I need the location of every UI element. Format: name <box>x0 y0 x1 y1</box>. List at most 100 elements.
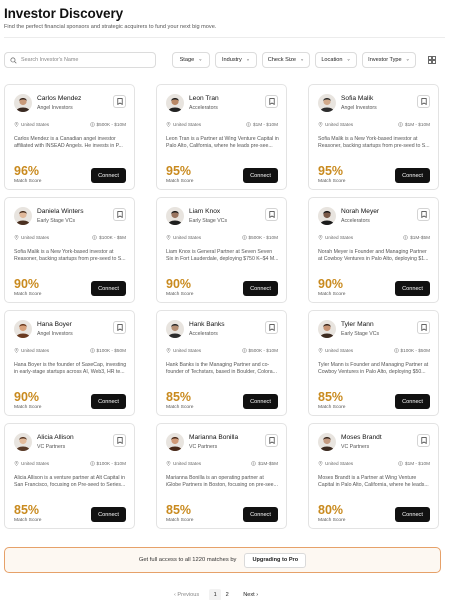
filter-bar: Stage ⌄ Industry ⌄ Check Size ⌄ Location ⌄ I… <box>172 52 416 68</box>
money-icon: $ <box>251 461 256 466</box>
avatar <box>14 94 32 112</box>
search-icon <box>10 51 17 69</box>
money-icon: $ <box>241 235 247 240</box>
investor-location: United States <box>14 235 49 240</box>
investor-card[interactable]: Daniela Winters Early Stage VCs United S… <box>4 197 135 303</box>
connect-button[interactable]: Connect <box>243 507 278 522</box>
check-size-text: $100K - $50M <box>96 348 126 353</box>
match-score-value: 80% <box>318 503 344 517</box>
page-2-link[interactable]: 2 <box>221 589 233 600</box>
connect-button[interactable]: Connect <box>243 394 278 409</box>
investor-card[interactable]: Hank Banks Accelerators United States $ … <box>156 310 287 416</box>
search-box[interactable] <box>4 52 156 68</box>
upgrade-button[interactable]: Upgrading to Pro <box>244 552 307 568</box>
location-pin-icon <box>166 235 171 240</box>
check-size-text: $1M - $10M <box>252 122 278 127</box>
investor-card[interactable]: Tyler Mann Early Stage VCs United States… <box>308 310 439 416</box>
location-pin-icon <box>14 348 19 353</box>
investor-card[interactable]: Norah Meyer Accelerators United States $… <box>308 197 439 303</box>
avatar <box>14 433 32 451</box>
avatar <box>166 320 184 338</box>
grid-view-button[interactable] <box>424 52 440 68</box>
bookmark-button[interactable] <box>265 95 278 108</box>
bookmark-button[interactable] <box>113 95 126 108</box>
check-size-text: $1M - $10M <box>404 461 430 466</box>
location-text: United States <box>325 122 354 127</box>
bookmark-button[interactable] <box>113 434 126 447</box>
investor-card[interactable]: Liam Knox Early Stage VCs United States … <box>156 197 287 303</box>
bookmark-button[interactable] <box>417 208 430 221</box>
filter-investor-type[interactable]: Investor Type ⌄ <box>362 52 416 68</box>
investor-card[interactable]: Hana Boyer Angel Investors United States… <box>4 310 135 416</box>
money-icon: $ <box>92 235 97 240</box>
check-size-text: $1M-$5M <box>258 461 278 466</box>
upgrade-banner: Get full access to all 1220 matches by U… <box>4 547 441 573</box>
chevron-down-icon: ⌄ <box>245 56 251 63</box>
connect-button[interactable]: Connect <box>243 168 278 183</box>
bookmark-icon <box>116 211 123 218</box>
connect-button[interactable]: Connect <box>243 281 278 296</box>
connect-button[interactable]: Connect <box>395 394 430 409</box>
investor-check-size: $ $100K - $5M <box>92 235 126 240</box>
match-score-value: 85% <box>14 503 40 517</box>
filter-location[interactable]: Location ⌄ <box>315 52 357 68</box>
investor-bio: Sofia Malik is a New York-based investor… <box>318 136 430 150</box>
connect-button[interactable]: Connect <box>395 281 430 296</box>
next-page-link[interactable]: Next › <box>243 592 258 598</box>
connect-button[interactable]: Connect <box>91 394 126 409</box>
investor-card[interactable]: Alicia Allison VC Partners United States… <box>4 423 135 529</box>
investor-role: Early Stage VCs <box>189 218 228 224</box>
location-text: United States <box>173 348 202 353</box>
investor-role: Angel Investors <box>37 331 73 337</box>
page-title: Investor Discovery <box>4 6 124 21</box>
search-input[interactable] <box>21 57 151 63</box>
bookmark-button[interactable] <box>265 321 278 334</box>
investor-check-size: $ $500K - $10M <box>89 122 126 127</box>
bookmark-button[interactable] <box>417 434 430 447</box>
bookmark-button[interactable] <box>113 208 126 221</box>
page-1-link[interactable]: 1 <box>209 589 222 600</box>
match-score-value: 95% <box>318 164 344 178</box>
investor-card[interactable]: Carlos Mendez Angel Investors United Sta… <box>4 84 135 190</box>
investor-location: United States <box>14 461 49 466</box>
investor-card[interactable]: Sofia Malik Angel Investors United State… <box>308 84 439 190</box>
match-score-label: Match Score <box>14 179 42 184</box>
svg-text:$: $ <box>400 462 402 466</box>
check-size-text: $1M-$5M <box>410 235 430 240</box>
location-pin-icon <box>318 235 323 240</box>
match-score-value: 90% <box>318 277 344 291</box>
connect-button[interactable]: Connect <box>91 507 126 522</box>
location-text: United States <box>21 348 50 353</box>
investor-location: United States <box>318 122 353 127</box>
location-text: United States <box>325 461 354 466</box>
investor-role: Accelerators <box>189 105 218 111</box>
location-pin-icon <box>166 461 171 466</box>
connect-button[interactable]: Connect <box>395 507 430 522</box>
match-score-label: Match Score <box>318 292 346 297</box>
bookmark-button[interactable] <box>417 95 430 108</box>
investor-card[interactable]: Moses Brandt VC Partners United States $… <box>308 423 439 529</box>
investor-check-size: $ $1M-$5M <box>403 235 430 240</box>
investor-bio: Tyler Mann is Founder and Managing Partn… <box>318 362 429 376</box>
investor-role: Angel Investors <box>37 105 73 111</box>
avatar <box>166 94 184 112</box>
connect-button[interactable]: Connect <box>91 168 126 183</box>
investor-check-size: $ $1M-$5M <box>251 461 278 466</box>
investor-location: United States <box>166 122 201 127</box>
investor-card[interactable]: Leon Tran Accelerators United States $ $… <box>156 84 287 190</box>
bookmark-button[interactable] <box>265 434 278 447</box>
previous-page-link[interactable]: ‹ Previous <box>174 592 199 598</box>
match-score-label: Match Score <box>14 292 42 297</box>
bookmark-button[interactable] <box>113 321 126 334</box>
bookmark-button[interactable] <box>265 208 278 221</box>
filter-stage[interactable]: Stage ⌄ <box>172 52 210 68</box>
investor-bio: Liam Knox is General Partner at Seven Se… <box>166 249 279 263</box>
filter-check-size[interactable]: Check Size ⌄ <box>262 52 310 68</box>
connect-button[interactable]: Connect <box>395 168 430 183</box>
investor-name: Norah Meyer <box>341 208 380 215</box>
connect-button[interactable]: Connect <box>91 281 126 296</box>
bookmark-button[interactable] <box>417 321 430 334</box>
filter-industry[interactable]: Industry ⌄ <box>215 52 257 68</box>
investor-card[interactable]: Marianna Bonilla VC Partners United Stat… <box>156 423 287 529</box>
investor-bio: Moses Brandt is a Partner at Wing Ventur… <box>318 475 429 489</box>
